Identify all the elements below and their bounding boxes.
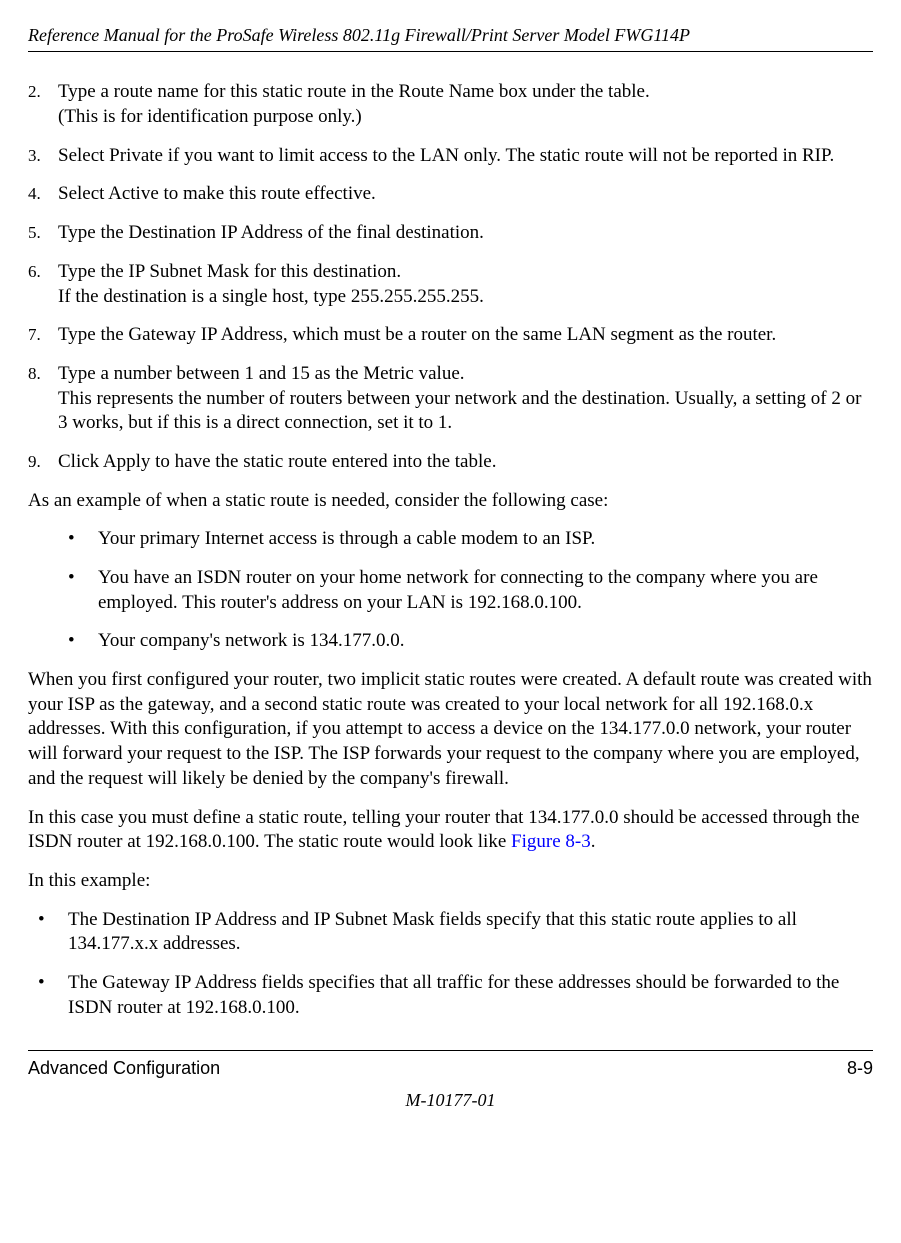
list-item-text: Your primary Internet access is through … <box>98 527 873 552</box>
step-item: 4. Select Active to make this route effe… <box>28 182 873 207</box>
list-item-text: The Gateway IP Address fields specifies … <box>68 971 873 1020</box>
step-number: 5. <box>28 221 58 246</box>
paragraph-text: . <box>591 831 596 852</box>
step-text: Type the IP Subnet Mask for this destina… <box>58 260 873 309</box>
list-item-text: You have an ISDN router on your home net… <box>98 566 873 615</box>
step-text: Select Private if you want to limit acce… <box>58 144 873 169</box>
inner-bullet-list: • Your primary Internet access is throug… <box>28 527 873 654</box>
list-item: • The Destination IP Address and IP Subn… <box>28 908 873 957</box>
step-item: 2. Type a route name for this static rou… <box>28 80 873 129</box>
list-item-text: Your company's network is 134.177.0.0. <box>98 629 873 654</box>
bullet-icon: • <box>38 971 68 1020</box>
outer-bullet-list: • The Destination IP Address and IP Subn… <box>28 908 873 1021</box>
step-text: Type the Gateway IP Address, which must … <box>58 323 873 348</box>
bullet-icon: • <box>68 629 98 654</box>
step-item: 6. Type the IP Subnet Mask for this dest… <box>28 260 873 309</box>
bullet-icon: • <box>38 908 68 957</box>
step-number: 2. <box>28 80 58 129</box>
paragraph-text: In this case you must define a static ro… <box>28 807 860 853</box>
steps-list: 2. Type a route name for this static rou… <box>28 80 873 474</box>
list-item: • Your primary Internet access is throug… <box>28 527 873 552</box>
step-text: Click Apply to have the static route ent… <box>58 450 873 475</box>
step-number: 4. <box>28 182 58 207</box>
paragraph: In this example: <box>28 869 873 894</box>
list-item-text: The Destination IP Address and IP Subnet… <box>68 908 873 957</box>
step-text: Type a number between 1 and 15 as the Me… <box>58 362 873 436</box>
figure-link[interactable]: Figure 8-3 <box>511 831 591 852</box>
bullet-icon: • <box>68 566 98 615</box>
step-number: 7. <box>28 323 58 348</box>
footer-page-number: 8-9 <box>847 1057 873 1080</box>
footer-doc-number: M-10177-01 <box>28 1089 873 1112</box>
header-title: Reference Manual for the ProSafe Wireles… <box>28 25 690 45</box>
step-text: Type a route name for this static route … <box>58 80 873 129</box>
step-text: Select Active to make this route effecti… <box>58 182 873 207</box>
bullet-icon: • <box>68 527 98 552</box>
list-item: • You have an ISDN router on your home n… <box>28 566 873 615</box>
step-text: Type the Destination IP Address of the f… <box>58 221 873 246</box>
footer-section: Advanced Configuration <box>28 1057 220 1080</box>
step-number: 8. <box>28 362 58 436</box>
page-footer: Advanced Configuration 8-9 M-10177-01 <box>28 1050 873 1112</box>
paragraph: In this case you must define a static ro… <box>28 806 873 855</box>
list-item: • The Gateway IP Address fields specifie… <box>28 971 873 1020</box>
paragraph: As an example of when a static route is … <box>28 489 873 514</box>
step-item: 5. Type the Destination IP Address of th… <box>28 221 873 246</box>
list-item: • Your company's network is 134.177.0.0. <box>28 629 873 654</box>
step-item: 7. Type the Gateway IP Address, which mu… <box>28 323 873 348</box>
step-number: 9. <box>28 450 58 475</box>
page-header: Reference Manual for the ProSafe Wireles… <box>28 24 873 52</box>
step-item: 8. Type a number between 1 and 15 as the… <box>28 362 873 436</box>
step-item: 9. Click Apply to have the static route … <box>28 450 873 475</box>
paragraph: When you first configured your router, t… <box>28 668 873 791</box>
step-number: 3. <box>28 144 58 169</box>
step-number: 6. <box>28 260 58 309</box>
step-item: 3. Select Private if you want to limit a… <box>28 144 873 169</box>
